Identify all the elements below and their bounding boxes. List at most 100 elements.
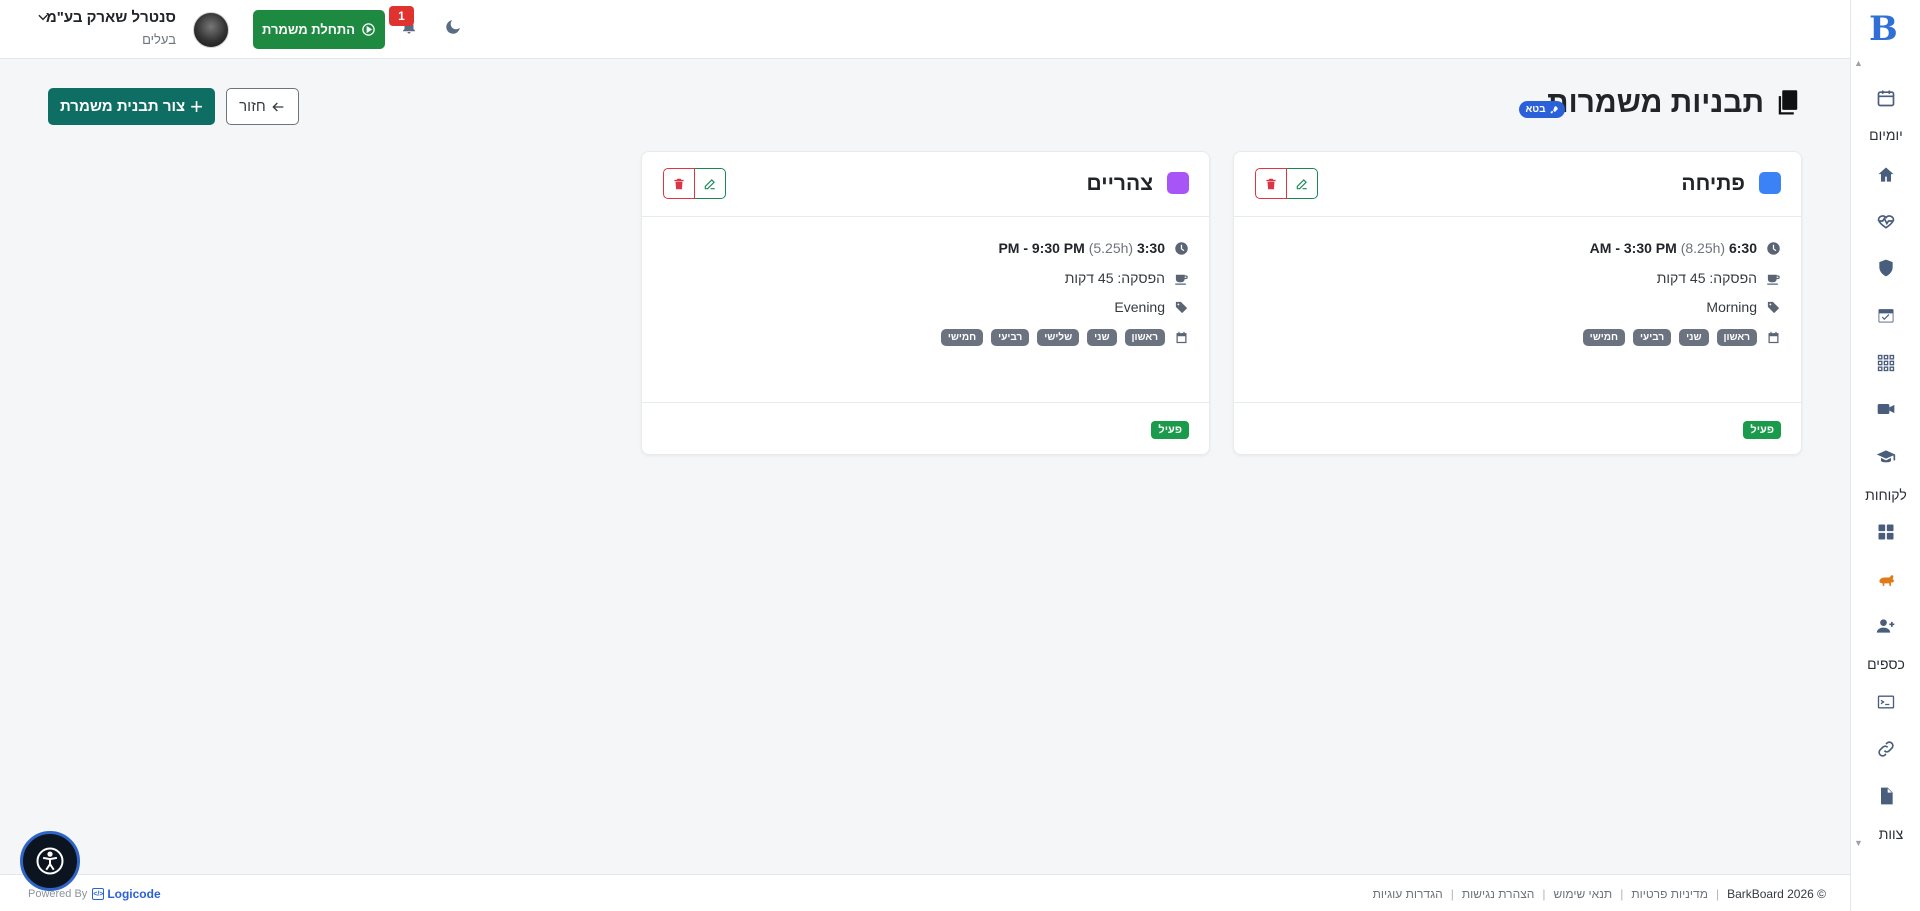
day-badge: חמישי xyxy=(940,329,984,346)
time-range: 3:30 (5.25h) PM - 9:30 PM xyxy=(998,240,1165,256)
day-badge: חמישי xyxy=(1582,329,1626,346)
status-badge: פעיל xyxy=(1151,421,1189,439)
day-badge: רביעי xyxy=(1633,329,1672,346)
graduation-cap-icon[interactable] xyxy=(1874,445,1898,469)
copyright: © BarkBoard 2026 xyxy=(1727,887,1826,901)
pet-icon[interactable] xyxy=(1874,568,1898,592)
clock-icon xyxy=(1173,240,1189,256)
break-text: הפסקה: 45 דקות xyxy=(1064,270,1165,286)
days-row: ראשון שני שלישי רביעי חמישי xyxy=(940,329,1189,346)
delete-button[interactable] xyxy=(1255,168,1287,199)
privacy-policy-link[interactable]: מדיניות פרטיות xyxy=(1631,887,1708,901)
day-badge: שני xyxy=(1679,329,1709,346)
template-color-swatch xyxy=(1167,172,1189,194)
day-badge: רביעי xyxy=(991,329,1030,346)
tag-row: Evening xyxy=(1114,299,1189,315)
home-icon[interactable] xyxy=(1874,163,1898,187)
plus-icon: + xyxy=(190,93,203,119)
accessibility-button[interactable] xyxy=(20,831,80,891)
day-badge: ראשון xyxy=(1124,329,1165,346)
sidebar-item-customers[interactable]: לקוחות xyxy=(1851,487,1920,503)
day-badge: שני xyxy=(1087,329,1117,346)
time-row: 6:30 (8.25h) AM - 3:30 PM xyxy=(1590,240,1781,256)
footer-separator: | xyxy=(1542,887,1546,901)
company-switcher[interactable]: סנטרל שארק בע"מ בעלים xyxy=(40,9,176,47)
card-body: 6:30 (8.25h) AM - 3:30 PM הפסקה: 45 דקות… xyxy=(1234,217,1801,403)
beta-badge: בטא xyxy=(1519,101,1565,118)
break-row: הפסקה: 45 דקות xyxy=(1065,270,1189,286)
day-badge: שלישי xyxy=(1037,329,1080,346)
card-body: 3:30 (5.25h) PM - 9:30 PM הפסקה: 45 דקות… xyxy=(642,217,1209,403)
days-row: ראשון שני רביעי חמישי xyxy=(1582,329,1781,346)
video-icon[interactable] xyxy=(1874,397,1898,421)
calendar-icon xyxy=(1173,330,1189,346)
footer-separator: | xyxy=(1450,887,1454,901)
clock-icon xyxy=(1765,240,1781,256)
link-icon[interactable] xyxy=(1874,737,1898,761)
sidebar-item-finance[interactable]: כספים xyxy=(1851,656,1920,672)
break-row: הפסקה: 45 דקות xyxy=(1657,270,1781,286)
templates-icon xyxy=(1778,90,1798,115)
page-title-text: תבניות משמרות xyxy=(1547,86,1764,119)
heart-pulse-icon[interactable] xyxy=(1874,209,1898,233)
grid-dots-icon[interactable] xyxy=(1874,351,1898,375)
terms-link[interactable]: תנאי שימוש xyxy=(1553,887,1612,901)
calendar-icon xyxy=(1765,330,1781,346)
apps-icon[interactable] xyxy=(1874,520,1898,544)
day-badges: ראשון שני שלישי רביעי חמישי xyxy=(940,329,1165,346)
create-template-button[interactable]: צור תבנית משמרת + xyxy=(48,88,215,125)
back-label: חזור xyxy=(239,98,266,115)
tag-icon xyxy=(1765,299,1781,315)
logicode-link[interactable]: </> Logicode xyxy=(92,887,161,901)
trash-icon xyxy=(674,178,684,189)
avatar[interactable] xyxy=(193,12,229,48)
edit-icon xyxy=(704,178,715,189)
template-card: פתיחה 6:30 (8.25h) AM - 3:30 PM הפסקה: 4… xyxy=(1233,151,1802,455)
card-actions xyxy=(1255,168,1318,199)
accessibility-statement-link[interactable]: הצהרת נגישות xyxy=(1462,887,1534,901)
company-name: סנטרל שארק בע"מ xyxy=(45,9,176,26)
template-card: צהריים 3:30 (5.25h) PM - 9:30 PM הפסקה: … xyxy=(641,151,1210,455)
sidebar-item-daily[interactable]: יומיום xyxy=(1851,127,1920,143)
barkboard-logo[interactable]: B xyxy=(1869,12,1901,46)
footer-separator: | xyxy=(1715,887,1720,901)
calendar-icon[interactable] xyxy=(1874,86,1898,110)
page-title: תבניות משמרות xyxy=(1547,86,1802,120)
sidebar-item-staff[interactable]: צוות xyxy=(1856,826,1920,842)
shield-heart-icon[interactable] xyxy=(1874,256,1898,280)
sidebar: B ▲ ▼ יומיום לקוחות כספים צוות xyxy=(1850,0,1920,911)
shift-tag: Evening xyxy=(1114,299,1165,315)
back-button[interactable]: חזור xyxy=(226,88,299,125)
calendar-check-icon[interactable] xyxy=(1874,303,1898,327)
notification-badge[interactable]: 1 xyxy=(389,6,414,26)
break-text: הפסקה: 45 דקות xyxy=(1656,270,1757,286)
day-badge: ראשון xyxy=(1716,329,1757,346)
delete-button[interactable] xyxy=(663,168,695,199)
user-plus-icon[interactable] xyxy=(1874,614,1898,638)
edit-button[interactable] xyxy=(1286,168,1318,199)
card-actions xyxy=(663,168,726,199)
trash-icon xyxy=(1266,178,1276,189)
time-range: 6:30 (8.25h) AM - 3:30 PM xyxy=(1589,240,1757,256)
logicode-icon: </> xyxy=(92,888,105,900)
card-header: צהריים xyxy=(642,152,1209,217)
tag-row: Morning xyxy=(1706,299,1781,315)
cookie-settings-link[interactable]: הגדרות עוגיות xyxy=(1373,887,1443,901)
day-badges: ראשון שני רביעי חמישי xyxy=(1582,329,1757,346)
template-name: פתיחה xyxy=(1681,172,1745,195)
rocket-icon xyxy=(1549,105,1558,114)
start-shift-button[interactable]: התחלת משמרת xyxy=(253,10,385,49)
template-name: צהריים xyxy=(1086,172,1153,195)
sidebar-scroll-up-icon[interactable]: ▲ xyxy=(1854,58,1863,68)
page-footer: © BarkBoard 2026 | מדיניות פרטיות | תנאי… xyxy=(0,874,1850,911)
tag-icon xyxy=(1173,299,1189,315)
shift-tag: Morning xyxy=(1706,299,1757,315)
moon-icon[interactable] xyxy=(444,18,462,36)
user-role: בעלים xyxy=(142,32,176,47)
document-icon[interactable] xyxy=(1874,784,1898,808)
terminal-icon[interactable] xyxy=(1874,690,1898,714)
edit-button[interactable] xyxy=(694,168,726,199)
card-header: פתיחה xyxy=(1234,152,1801,217)
status-badge: פעיל xyxy=(1743,421,1781,439)
card-footer: פעיל xyxy=(1234,403,1801,454)
